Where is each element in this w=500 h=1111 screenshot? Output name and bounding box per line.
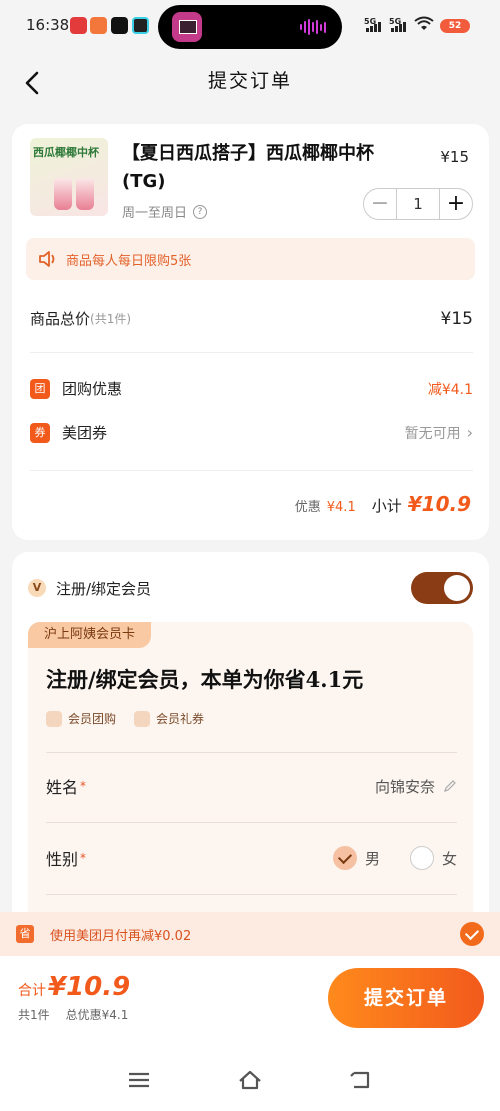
member-perks: 会员团购 会员礼券 <box>46 710 204 727</box>
member-toggle[interactable] <box>411 572 473 604</box>
validity-text: 周一至周日 <box>122 206 188 221</box>
dynamic-island[interactable] <box>158 5 342 49</box>
divider <box>30 352 473 353</box>
total-discount: 总优惠¥4.1 <box>65 1008 129 1022</box>
total-value: ¥10.9 <box>48 972 131 1002</box>
subtotal-value: ¥10.9 <box>407 492 471 516</box>
wifi-icon <box>414 16 434 30</box>
gender-options: 男 女 <box>332 846 457 870</box>
coupon-icon: 券 <box>30 422 50 443</box>
perk-label: 会员礼券 <box>156 712 205 726</box>
goods-total-count: (共1件) <box>90 312 132 326</box>
coupon-label: 美团券 <box>62 424 108 442</box>
thumbnail-label: 西瓜椰椰中杯 <box>33 146 99 159</box>
member-card-tag: 沪上阿姨会员卡 <box>28 622 152 648</box>
media-thumbnail <box>172 12 202 42</box>
monthly-pay-banner[interactable]: 省 使用美团月付再减¥0.02 <box>0 912 500 956</box>
group-discount-label: 团购优惠 <box>62 380 123 398</box>
item-count: 共1件 <box>18 1008 50 1022</box>
cup-image <box>76 178 94 210</box>
home-icon[interactable] <box>237 1069 263 1091</box>
gender-male-radio[interactable] <box>332 846 357 870</box>
validity-info: 周一至周日 ? <box>122 202 208 221</box>
cup-image <box>54 178 72 210</box>
discount-value: ¥4.1 <box>326 500 356 515</box>
required-mark: * <box>80 779 87 793</box>
name-label: 姓名 <box>46 778 79 797</box>
pencil-icon <box>444 780 456 792</box>
return-icon[interactable] <box>348 1069 374 1091</box>
member-toggle-label: 注册/绑定会员 <box>56 579 152 598</box>
save-icon: 省 <box>16 925 34 943</box>
status-time: 16:38 <box>26 16 70 34</box>
limit-text: 商品每人每日限购5张 <box>66 253 192 269</box>
audio-wave-icon <box>300 19 326 35</box>
divider <box>46 822 457 823</box>
bag-icon <box>46 710 62 727</box>
vip-icon: V <box>28 579 46 597</box>
order-card: 西瓜椰椰中杯 【夏日西瓜搭子】西瓜椰椰中杯(TG) ¥15 周一至周日 ? − … <box>12 124 489 540</box>
group-discount-value: 减¥4.1 <box>427 381 473 398</box>
perk-gift-coupon: 会员礼券 <box>134 710 204 727</box>
battery-icon: 52 <box>440 19 470 33</box>
increase-button[interactable]: + <box>440 189 472 219</box>
gender-male-label: 男 <box>364 849 380 868</box>
product-thumbnail[interactable]: 西瓜椰椰中杯 <box>30 138 108 216</box>
netease-app-icon <box>70 17 87 34</box>
group-buy-icon: 团 <box>30 378 50 399</box>
total-details: 共1件 总优惠¥4.1 <box>18 1006 128 1023</box>
divider <box>46 894 457 895</box>
goods-total-value: ¥15 <box>440 308 473 329</box>
divider <box>30 470 473 471</box>
decrease-button[interactable]: − <box>364 189 396 219</box>
name-row: 姓名 * 向锦安奈 <box>46 774 457 798</box>
quantity-value[interactable]: 1 <box>396 189 440 219</box>
speaker-icon <box>39 251 55 267</box>
checkout-bar: 合计 ¥10.9 共1件 总优惠¥4.1 提交订单 <box>0 956 500 1041</box>
ticket-icon <box>134 710 151 727</box>
order-total: 合计 ¥10.9 <box>18 972 130 1002</box>
member-toggle-row: V 注册/绑定会员 <box>28 572 473 604</box>
group-discount-row: 团 团购优惠 减¥4.1 <box>30 378 473 399</box>
product-price: ¥15 <box>440 148 469 166</box>
menu-icon[interactable] <box>126 1069 152 1091</box>
member-headline: 注册/绑定会员，本单为你省4.1元 <box>46 667 364 692</box>
gender-female-radio[interactable] <box>409 846 434 870</box>
goods-total-label: 商品总价 <box>30 310 91 328</box>
gender-row: 性别 * 男 女 <box>46 846 457 870</box>
tiktok-app-icon <box>111 17 128 34</box>
member-card: V 注册/绑定会员 沪上阿姨会员卡 注册/绑定会员，本单为你省4.1元 会员团购… <box>12 552 489 972</box>
total-label: 合计 <box>18 983 46 999</box>
page-title: 提交订单 <box>207 70 292 92</box>
discount-label: 优惠 <box>294 500 321 515</box>
product-name: 【夏日西瓜搭子】西瓜椰椰中杯(TG) <box>122 143 374 192</box>
coupon-value: 暂无可用 <box>404 425 461 442</box>
submit-order-button[interactable]: 提交订单 <box>328 968 484 1028</box>
coupon-row[interactable]: 券 美团券 暂无可用 › <box>30 422 473 443</box>
red-app-icon <box>90 17 107 34</box>
subtotal-label: 小计 <box>371 497 402 515</box>
purchase-limit-notice: 商品每人每日限购5张 <box>26 238 475 280</box>
name-value: 向锦安奈 <box>374 777 435 796</box>
gender-female-label: 女 <box>441 849 457 868</box>
monthly-pay-text: 使用美团月付再减¥0.02 <box>50 928 192 944</box>
name-field[interactable]: 向锦安奈 <box>375 776 457 797</box>
signal-bars-icon <box>391 22 406 32</box>
tv-app-icon <box>132 17 149 34</box>
perk-group-buy: 会员团购 <box>46 710 116 727</box>
required-mark: * <box>80 851 87 865</box>
quantity-stepper: − 1 + <box>363 188 473 220</box>
gender-label: 性别 <box>46 850 79 869</box>
signal-bars-icon <box>366 22 381 32</box>
perk-label: 会员团购 <box>68 712 117 726</box>
goods-total-row: 商品总价 (共1件) ¥15 <box>30 308 473 329</box>
help-icon[interactable]: ? <box>193 204 208 219</box>
check-icon[interactable] <box>460 922 484 946</box>
page-header: 提交订单 <box>0 52 500 112</box>
chevron-right-icon: › <box>466 423 473 442</box>
system-nav-bar <box>0 1041 500 1111</box>
status-bar: 16:38 5G 5G 52 <box>0 0 500 52</box>
divider <box>46 752 457 753</box>
subtotal: 优惠 ¥4.1 小计 ¥10.9 <box>295 492 471 516</box>
